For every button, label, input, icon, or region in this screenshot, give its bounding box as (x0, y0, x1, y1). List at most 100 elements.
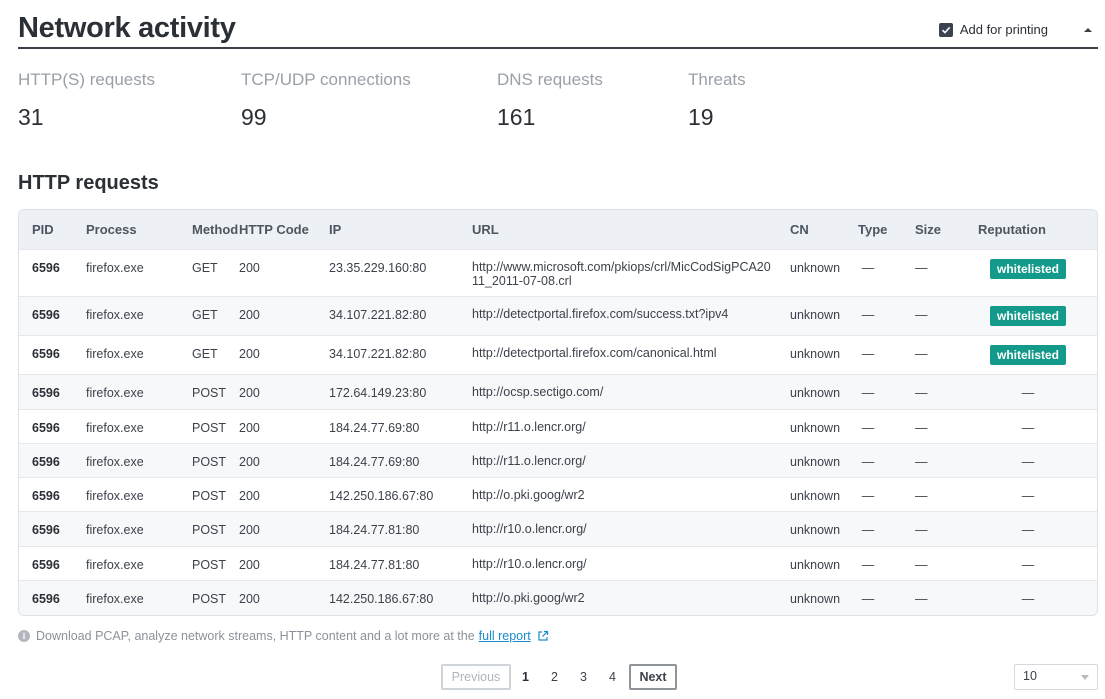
size-cell: — (915, 476, 957, 511)
table-row[interactable]: 6596 firefox.exe POST 200 142.250.186.67:80 h… (19, 579, 1097, 615)
stat-value: 161 (497, 104, 536, 130)
size-cell: — (915, 510, 957, 546)
process-cell: firefox.exe (73, 510, 179, 546)
type-cell: — (845, 373, 915, 409)
page-number-4[interactable]: 4 (598, 670, 627, 684)
size-cell: — (915, 579, 957, 615)
table-row[interactable]: 6596 firefox.exe POST 200 184.24.77.81:80 htt… (19, 545, 1097, 580)
column-header-http-code[interactable]: HTTP Code (239, 210, 319, 249)
http-code-cell: 200 (239, 579, 319, 615)
checkbox-checked-icon[interactable] (938, 22, 953, 37)
url-cell: http://o.pki.goog/wr2 (459, 476, 777, 511)
method-cell: POST (179, 442, 239, 477)
http-code-cell: 200 (239, 295, 319, 335)
pid-cell: 6596 (19, 579, 73, 615)
type-cell: — (845, 510, 915, 546)
table-row[interactable]: 6596 firefox.exe POST 200 142.250.186.67:80 h… (19, 476, 1097, 511)
table-row[interactable]: 6596 firefox.exe POST 200 184.24.77.69:80 htt… (19, 442, 1097, 477)
column-header-ip[interactable]: IP (319, 210, 459, 249)
process-cell-text: firefox.exe (86, 346, 144, 361)
page-number-3[interactable]: 3 (569, 670, 598, 684)
page-number-1[interactable]: 1 (511, 670, 540, 684)
full-report-link[interactable]: full report (479, 629, 531, 643)
page-size-select[interactable]: 10 (1014, 664, 1098, 690)
table-row[interactable]: 6596 firefox.exe GET 200 23.35.229.160:80 htt… (19, 248, 1097, 296)
add-for-printing-toggle[interactable]: Add for printing (938, 22, 1048, 37)
type-cell-text: — (861, 346, 875, 361)
column-header-method[interactable]: Method (179, 210, 239, 249)
column-header-type[interactable]: Type (845, 210, 915, 249)
url-cell: http://ocsp.sectigo.com/ (459, 373, 777, 409)
http-code-cell: 200 (239, 248, 319, 296)
url-cell: http://r11.o.lencr.org/ (459, 408, 777, 443)
method-cell-text: POST (192, 591, 227, 606)
process-cell-text: firefox.exe (86, 591, 144, 606)
http-code-cell: 200 (239, 408, 319, 443)
stat-threats: Threats 19 (688, 70, 746, 131)
http-code-cell: 200 (239, 510, 319, 546)
table-row[interactable]: 6596 firefox.exe GET 200 34.107.221.82:80 htt… (19, 295, 1097, 335)
table-row[interactable]: 6596 firefox.exe GET 200 34.107.221.82:80 htt… (19, 334, 1097, 374)
table-row[interactable]: 6596 firefox.exe POST 200 184.24.77.81:80 htt… (19, 510, 1097, 546)
ip-cell: 23.35.229.160:80 (319, 248, 459, 296)
http-code-cell: 200 (239, 545, 319, 580)
cn-cell: unknown (777, 476, 845, 511)
process-cell: firefox.exe (73, 248, 179, 296)
url-cell-text: http://ocsp.sectigo.com/ (472, 384, 604, 399)
table-row[interactable]: 6596 firefox.exe POST 200 184.24.77.69:80 htt… (19, 408, 1097, 443)
stat-label: TCP/UDP connections (241, 70, 411, 89)
ip-cell-text: 184.24.77.81:80 (329, 557, 420, 572)
type-cell: — (845, 248, 915, 296)
stat-label: DNS requests (497, 70, 603, 89)
pid-cell-text: 6596 (32, 591, 60, 606)
process-cell-text: firefox.exe (86, 488, 144, 503)
size-cell-text: — (915, 591, 928, 606)
type-cell: — (845, 408, 915, 443)
whitelisted-badge: whitelisted (989, 258, 1066, 279)
cn-cell-text: unknown (790, 522, 841, 537)
size-cell: — (915, 373, 957, 409)
type-cell: — (845, 442, 915, 477)
ip-cell-text: 142.250.186.67:80 (329, 591, 434, 606)
cn-cell-text: unknown (790, 307, 841, 322)
size-cell: — (915, 295, 957, 335)
ip-cell: 142.250.186.67:80 (319, 579, 459, 615)
type-cell-text: — (861, 488, 875, 503)
column-header-cn[interactable]: CN (777, 210, 845, 249)
reputation-cell-text: — (1021, 557, 1035, 572)
table-header-row: PID Process Method HTTP Code IP URL CN T… (19, 210, 1097, 249)
column-header-process[interactable]: Process (73, 210, 179, 249)
next-page-button[interactable]: Next (629, 664, 677, 690)
process-cell: firefox.exe (73, 295, 179, 335)
previous-page-button[interactable]: Previous (441, 664, 511, 690)
ip-cell: 142.250.186.67:80 (319, 476, 459, 511)
http-code-cell-text: 200 (239, 557, 260, 572)
url-cell-text: http://detectportal.firefox.com/canonica… (472, 345, 717, 360)
ip-cell: 184.24.77.69:80 (319, 442, 459, 477)
stat-label: Threats (688, 70, 746, 89)
column-header-reputation[interactable]: Reputation (957, 210, 1097, 249)
type-cell-text: — (861, 307, 875, 322)
process-cell-text: firefox.exe (86, 420, 144, 435)
pid-cell-text: 6596 (32, 522, 60, 537)
method-cell-text: POST (192, 420, 227, 435)
pid-cell: 6596 (19, 545, 73, 580)
table-row[interactable]: 6596 firefox.exe POST 200 172.64.149.23:80 ht… (19, 373, 1097, 409)
process-cell-text: firefox.exe (86, 385, 144, 400)
add-for-printing-label: Add for printing (959, 22, 1048, 37)
stat-value: 19 (688, 104, 714, 130)
chevron-up-icon[interactable] (1082, 26, 1094, 34)
size-cell-text: — (915, 260, 928, 275)
column-header-url[interactable]: URL (459, 210, 777, 249)
column-header-pid[interactable]: PID (19, 210, 73, 249)
stat-http-requests: HTTP(S) requests 31 (18, 70, 155, 131)
external-link-icon[interactable] (537, 630, 549, 642)
reputation-cell: — (957, 545, 1097, 580)
page-number-2[interactable]: 2 (540, 670, 569, 684)
ip-cell-text: 172.64.149.23:80 (329, 385, 427, 400)
column-header-size[interactable]: Size (915, 210, 957, 249)
method-cell: POST (179, 408, 239, 443)
ip-cell-text: 184.24.77.69:80 (329, 420, 420, 435)
cn-cell: unknown (777, 579, 845, 615)
url-cell: http://r11.o.lencr.org/ (459, 442, 777, 477)
